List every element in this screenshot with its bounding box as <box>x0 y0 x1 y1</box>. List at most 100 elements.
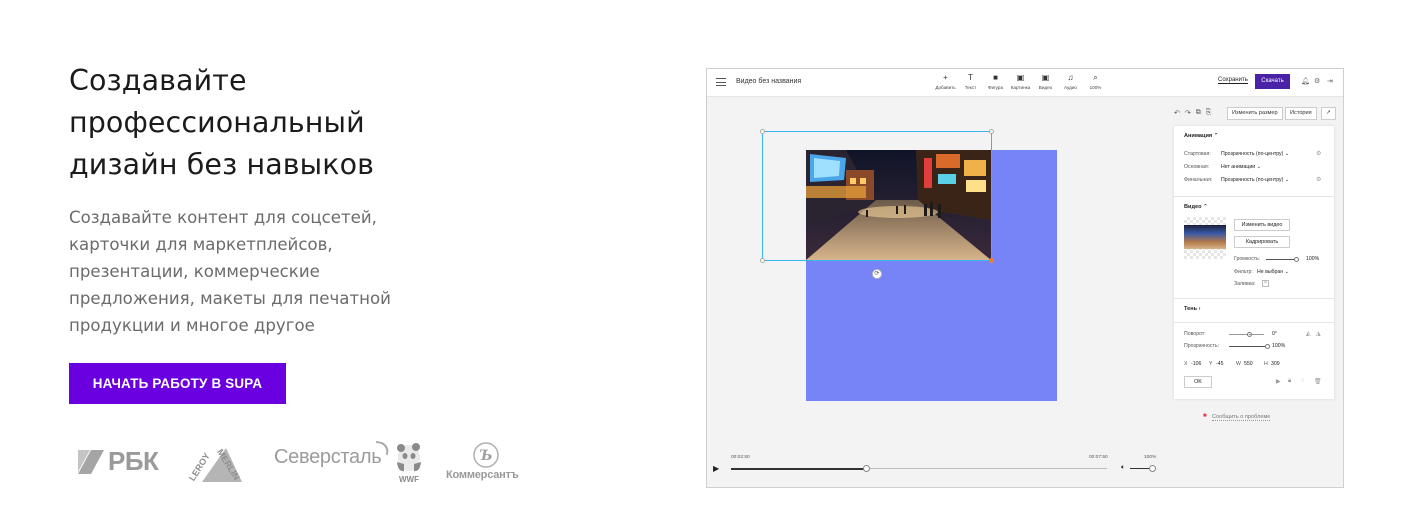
copy-icon[interactable]: ⧉ <box>1196 109 1201 117</box>
fill-label: Заливка: <box>1234 281 1256 287</box>
main-animation-select[interactable]: Нет анимации ⌄ <box>1221 164 1261 170</box>
slider-knob[interactable] <box>1265 343 1270 349</box>
shadow-section-header[interactable]: Тень › <box>1184 306 1201 312</box>
filter-select[interactable]: Не выбран ⌄ <box>1257 269 1289 275</box>
report-problem-link[interactable]: Сообщить о проблеме <box>1212 414 1271 421</box>
severstal-logo: Северсталь <box>274 440 391 469</box>
hero-subtitle-line: Создавайте контент для соцсетей, <box>69 208 377 227</box>
lock-icon[interactable]: 🔒︎ <box>1288 378 1291 385</box>
volume-value: 100% <box>1306 256 1320 262</box>
resize-handle[interactable] <box>760 258 765 263</box>
hide-icon[interactable]: ◌ <box>1301 378 1305 384</box>
zoom-level: 100% <box>1089 85 1102 90</box>
y-field[interactable]: -45 <box>1216 361 1224 367</box>
download-button[interactable]: Скачать <box>1255 74 1290 89</box>
editor-preview: Видео без названия + Добавить T Текст ■ … <box>706 68 1344 488</box>
trash-icon[interactable]: 🗑︎ <box>1314 378 1322 385</box>
gear-icon[interactable]: ⚙ <box>1316 150 1321 157</box>
search-icon: ⌕ <box>1093 73 1098 82</box>
undo-icon[interactable]: ↶ <box>1174 109 1180 117</box>
resize-button[interactable]: Изменить размер <box>1227 107 1283 120</box>
height-field[interactable]: 309 <box>1271 361 1280 367</box>
opacity-slider[interactable] <box>1229 343 1270 349</box>
tool-video[interactable]: ▣ Видео <box>1033 72 1058 91</box>
play-icon[interactable]: ▶ <box>713 464 719 473</box>
resize-handle[interactable] <box>989 258 994 263</box>
timeline-scrubber[interactable] <box>731 465 1107 472</box>
report-icon: ■ <box>1203 413 1207 419</box>
logout-icon[interactable]: ⇥ <box>1327 77 1333 85</box>
hero-title: Создавайте профессиональный дизайн без н… <box>69 60 529 186</box>
start-animation-label: Стартовая: <box>1184 151 1211 157</box>
hero-subtitle-line: предложения, макеты для печатной <box>69 289 391 308</box>
tool-audio[interactable]: ♫ Аудио <box>1058 72 1083 91</box>
hero-subtitle-line: продукции и многое другое <box>69 316 315 335</box>
opacity-value: 100% <box>1272 343 1286 349</box>
slider-knob[interactable] <box>1294 256 1299 262</box>
opacity-label: Прозрачность: <box>1184 343 1220 349</box>
resize-handle[interactable] <box>760 129 765 134</box>
volume-icon[interactable]: 🔈︎ <box>1121 464 1125 472</box>
rotate-icon[interactable]: ⟳ <box>872 269 882 279</box>
ok-button[interactable]: OK <box>1184 376 1212 388</box>
severstal-mark-icon <box>374 440 391 456</box>
change-video-button[interactable]: Изменить видео <box>1234 219 1290 231</box>
animation-section-header[interactable]: Анимация ⌃ <box>1184 133 1218 139</box>
rotation-value: 0° <box>1272 331 1277 337</box>
menu-icon[interactable] <box>716 78 726 86</box>
tool-zoom[interactable]: ⌕ 100% <box>1083 72 1108 91</box>
current-time: 00:02:50 <box>731 455 750 460</box>
rotation-slider[interactable] <box>1229 331 1252 337</box>
tool-label: Картинка <box>1010 85 1031 90</box>
document-title[interactable]: Видео без названия <box>736 78 801 85</box>
volume-knob[interactable] <box>1149 465 1156 472</box>
timeline-knob[interactable] <box>863 465 871 472</box>
close-icon[interactable]: × <box>1262 280 1269 287</box>
tool-image[interactable]: ▣ Картинка <box>1008 72 1033 91</box>
paste-icon[interactable]: ⎘ <box>1206 109 1212 117</box>
tool-add[interactable]: + Добавить <box>933 72 958 91</box>
partner-logos: РБК LEROY MERLIN Северсталь WWF Ъ Коммер… <box>78 440 519 486</box>
main-animation-label: Основная: <box>1184 164 1210 170</box>
w-label: W <box>1236 361 1241 367</box>
properties-panel: Анимация ⌃ Стартовая: Прозрачность (по-ц… <box>1174 126 1334 399</box>
tool-text[interactable]: T Текст <box>958 72 983 91</box>
gear-icon[interactable]: ⚙ <box>1314 77 1320 85</box>
selection-box[interactable] <box>762 131 992 261</box>
shape-icon: ■ <box>993 73 998 82</box>
tool-label: Текст <box>964 85 977 90</box>
rotation-label: Поворот: <box>1184 331 1206 337</box>
hero-title-line: профессиональный <box>69 106 365 139</box>
redo-icon[interactable]: ↷ <box>1185 109 1191 117</box>
music-icon: ♫ <box>1067 73 1074 82</box>
external-link-icon[interactable]: ↗ <box>1321 107 1336 120</box>
start-supa-button[interactable]: НАЧАТЬ РАБОТУ В SUPA <box>69 363 286 404</box>
hero-title-line: дизайн без навыков <box>69 148 375 181</box>
volume-slider[interactable] <box>1266 256 1299 262</box>
resize-handle[interactable] <box>989 129 994 134</box>
tool-label: Аудио <box>1064 85 1077 90</box>
gear-icon[interactable]: ⚙ <box>1316 176 1321 183</box>
divider <box>1174 298 1334 299</box>
divider <box>1174 322 1334 323</box>
width-field[interactable]: 550 <box>1244 361 1253 367</box>
volume-percent: 100% <box>1144 455 1157 460</box>
timeline-volume-slider[interactable] <box>1130 465 1156 472</box>
hero-title-line: Создавайте <box>69 64 247 97</box>
start-animation-select[interactable]: Прозрачность (по-центру) ⌄ <box>1221 151 1289 157</box>
play-icon[interactable]: ▶ <box>1276 378 1281 385</box>
bell-icon[interactable]: 🔔︎ <box>1301 77 1310 85</box>
hero-subtitle-line: презентации, коммерческие <box>69 262 320 281</box>
final-animation-select[interactable]: Прозрачность (по-центру) ⌄ <box>1221 177 1289 183</box>
history-button[interactable]: История <box>1285 107 1317 120</box>
flip-vertical-icon[interactable]: ◮ <box>1316 330 1321 337</box>
svg-text:Ъ: Ъ <box>479 448 492 464</box>
x-field[interactable]: -106 <box>1191 361 1201 367</box>
video-section-header[interactable]: Видео ⌃ <box>1184 204 1208 210</box>
video-thumbnail <box>1184 217 1226 259</box>
flip-horizontal-icon[interactable]: ◭ <box>1306 330 1311 337</box>
timeline-progress <box>731 467 867 470</box>
tool-shape[interactable]: ■ Фигура <box>983 72 1008 91</box>
crop-button[interactable]: Кадрировать <box>1234 236 1290 248</box>
save-button[interactable]: Сохранить <box>1218 77 1248 84</box>
